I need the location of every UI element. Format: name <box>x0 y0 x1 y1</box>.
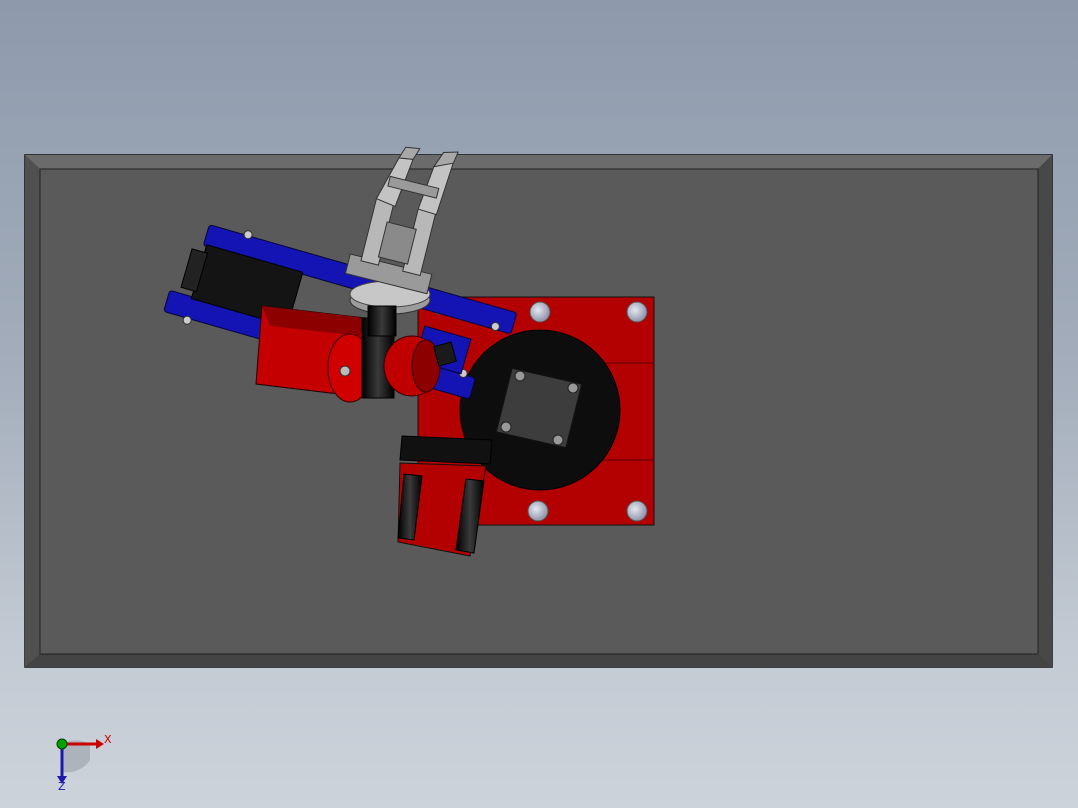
z-axis-label: Z <box>58 780 66 793</box>
mounting-bolt <box>527 500 549 522</box>
orientation-triad: X Z <box>56 733 112 793</box>
x-axis-label: X <box>104 733 112 746</box>
mounting-bolt <box>626 500 648 522</box>
mounting-bolt <box>529 301 551 323</box>
y-axis-dot <box>56 738 68 750</box>
cad-viewport[interactable]: X Z <box>0 0 1078 808</box>
mounting-bolt <box>626 301 648 323</box>
